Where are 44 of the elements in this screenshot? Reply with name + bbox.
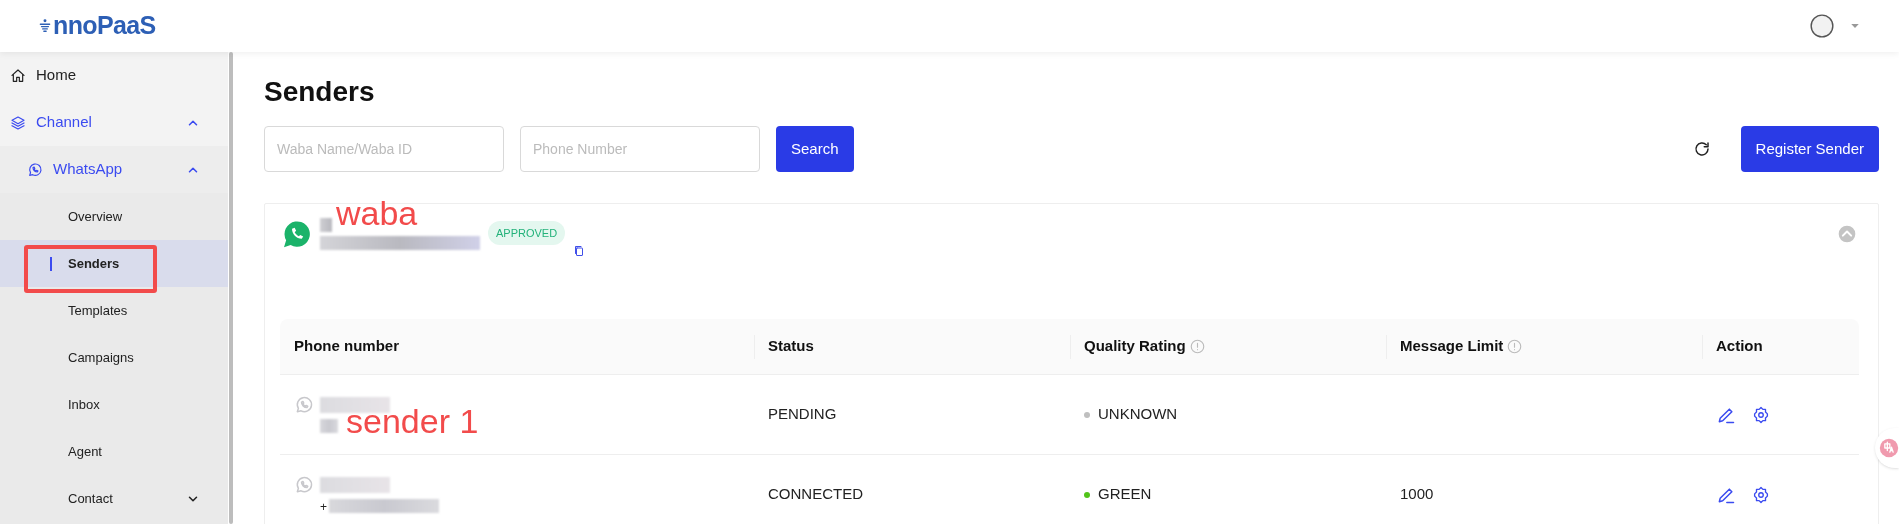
menu-item[interactable]: Home — [0, 52, 228, 99]
settings-icon[interactable] — [1752, 485, 1770, 504]
status-badge: APPROVED — [488, 221, 566, 245]
status-text: PENDING — [768, 404, 837, 425]
scrollbar[interactable] — [229, 52, 233, 524]
menu-item[interactable]: Contact — [0, 475, 228, 522]
blurred-text — [320, 218, 332, 232]
annotation-text: sender 1 — [346, 404, 479, 438]
settings-icon[interactable] — [1752, 405, 1770, 424]
whatsapp-icon — [27, 161, 43, 178]
refresh-icon — [1692, 140, 1711, 158]
column-header: Quality Rating — [1084, 336, 1186, 357]
layers-icon — [10, 114, 26, 131]
whatsapp-icon — [294, 395, 314, 415]
menu-item[interactable]: Channel — [0, 99, 228, 146]
column-header: Status — [768, 336, 814, 357]
menu-item[interactable]: Senders — [0, 240, 228, 287]
input-field[interactable]: Phone Number — [520, 126, 760, 172]
menu-item[interactable]: Campaigns — [0, 334, 228, 381]
quality-text: UNKNOWN — [1098, 404, 1178, 425]
annotation-text: waba — [336, 196, 418, 230]
search-button[interactable]: Search — [776, 126, 854, 172]
menu-item[interactable]: Templates — [0, 287, 228, 334]
column-header: Action — [1716, 336, 1763, 357]
logo-text: nnoPaaS — [53, 10, 156, 42]
quality-text: GREEN — [1098, 484, 1152, 505]
home-icon — [10, 67, 26, 84]
blurred-text — [320, 418, 338, 433]
whatsapp-icon — [294, 475, 314, 495]
dropdown-caret-icon — [1849, 21, 1861, 31]
copy-icon — [573, 244, 586, 258]
column-header: Message Limit — [1400, 336, 1504, 357]
phone-prefix: + — [320, 500, 327, 513]
menu-item[interactable]: Overview — [0, 193, 228, 240]
status-text: CONNECTED — [768, 484, 863, 505]
blurred-text — [320, 476, 390, 493]
register-sender-button[interactable]: Register Sender — [1740, 126, 1879, 172]
column-header: Phone number — [294, 336, 399, 357]
limit-text: 1000 — [1400, 484, 1434, 505]
input-field[interactable]: Waba Name/Waba ID — [264, 126, 504, 172]
menu-item[interactable]: Agent — [0, 428, 228, 475]
avatar — [1809, 13, 1835, 39]
page-title: Senders — [264, 75, 376, 109]
menu-item[interactable]: Inbox — [0, 381, 228, 428]
